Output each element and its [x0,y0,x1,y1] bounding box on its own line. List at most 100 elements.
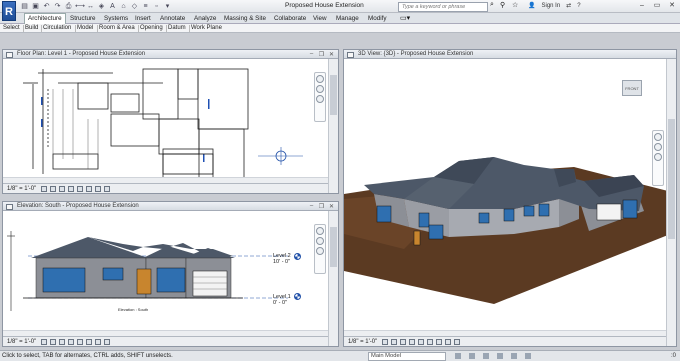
viewcube[interactable]: FRONT [622,80,642,96]
dimension-icon[interactable]: ↔ [86,2,95,11]
view-scale[interactable]: 1/8" = 1'-0" [348,339,377,345]
zoom-icon[interactable] [316,237,324,245]
floor-plan-view[interactable]: Floor Plan: Level 1 - Proposed House Ext… [2,49,339,194]
close-icon[interactable]: ✕ [328,51,335,58]
save-icon[interactable]: ▣ [31,2,40,11]
restore-icon[interactable]: ❐ [318,203,325,210]
undo-icon[interactable]: ↶ [42,2,51,11]
sun-path-icon[interactable] [400,339,406,345]
show-crop-icon[interactable] [86,339,92,345]
switch-windows-icon[interactable]: ▾ [163,2,172,11]
steering-wheel-icon[interactable] [316,227,324,235]
signin-label[interactable]: Sign In [541,3,560,9]
level-1-tag[interactable]: Level 1 0' - 0" [273,294,291,306]
zoom-icon[interactable] [316,85,324,93]
close-hidden-icon[interactable]: ▫ [152,2,161,11]
tab-collaborate[interactable]: Collaborate [271,14,309,23]
panel-work-plane[interactable]: Work Plane [191,25,222,31]
elevation-view[interactable]: Elevation: South - Proposed House Extens… [2,201,339,347]
reveal-hidden-icon[interactable] [104,339,110,345]
level-2-tag[interactable]: Level 2 10' - 0" [273,253,291,265]
view-scale[interactable]: 1/8" = 1'-0" [7,339,36,345]
scroll-thumb[interactable] [330,227,337,267]
temp-hide-icon[interactable] [95,186,101,192]
panel-datum[interactable]: Datum [168,25,186,31]
shadows-icon[interactable] [68,339,74,345]
panel-build[interactable]: Build [25,25,38,31]
close-icon[interactable]: ✕ [328,203,335,210]
select-pinned-icon[interactable] [497,353,503,359]
minimize-icon[interactable]: – [308,51,315,58]
user-icon[interactable]: 👤 [528,2,535,9]
detail-level-icon[interactable] [41,339,47,345]
close-icon[interactable]: ✕ [666,1,678,11]
tab-insert[interactable]: Insert [132,14,154,23]
level-marker-icon[interactable] [294,293,301,300]
filter-count[interactable]: :0 [671,353,676,359]
vertical-scrollbar[interactable] [328,211,338,346]
exchange-icon[interactable]: ⇄ [566,2,571,9]
scroll-thumb[interactable] [330,75,337,115]
print-icon[interactable]: ⎙ [64,2,73,11]
reveal-hidden-icon[interactable] [454,339,460,345]
tab-modify[interactable]: Modify [365,14,390,23]
tab-massing-site[interactable]: Massing & Site [221,14,269,23]
panel-circulation[interactable]: Circulation [43,25,71,31]
zoom-icon[interactable] [654,143,662,151]
view-scale[interactable]: 1/8" = 1'-0" [7,186,36,192]
tab-structure[interactable]: Structure [67,14,99,23]
crop-view-icon[interactable] [418,339,424,345]
tab-annotate[interactable]: Annotate [157,14,188,23]
select-by-face-icon[interactable] [511,353,517,359]
temp-hide-icon[interactable] [445,339,451,345]
vertical-scrollbar[interactable] [328,59,338,193]
measure-icon[interactable]: ⟷ [75,2,85,11]
pan-icon[interactable] [316,247,324,255]
detail-level-icon[interactable] [41,186,47,192]
help-icon[interactable]: ? [577,3,580,9]
restore-icon[interactable]: ❐ [318,51,325,58]
vertical-scrollbar[interactable] [666,59,676,346]
search-input[interactable]: Type a keyword or phrase [398,1,488,12]
lock-view-icon[interactable] [436,339,442,345]
visual-style-icon[interactable] [391,339,397,345]
tab-architecture[interactable]: Architecture [24,13,66,24]
orbit-icon[interactable] [654,153,662,161]
show-crop-icon[interactable] [427,339,433,345]
drag-elements-icon[interactable] [525,353,531,359]
reveal-hidden-icon[interactable] [104,186,110,192]
minimize-icon[interactable]: – [636,1,648,11]
crop-view-icon[interactable] [77,186,83,192]
section-icon[interactable]: ◇ [130,2,139,11]
panel-opening[interactable]: Opening [140,25,163,31]
crop-view-icon[interactable] [77,339,83,345]
minimize-icon[interactable]: – [308,203,315,210]
tab-analyze[interactable]: Analyze [191,14,219,23]
panel-model[interactable]: Model [77,25,93,31]
maximize-icon[interactable]: ▭ [651,1,663,11]
search-icon[interactable]: ⌕ [490,1,494,9]
detail-level-icon[interactable] [382,339,388,345]
tag-icon[interactable]: ◈ [97,2,106,11]
steering-wheel-icon[interactable] [316,75,324,83]
3d-view-icon[interactable]: ⌂ [119,2,128,11]
select-links-icon[interactable] [469,353,475,359]
app-logo[interactable]: R [2,1,16,21]
show-crop-icon[interactable] [86,186,92,192]
shadows-icon[interactable] [68,186,74,192]
text-icon[interactable]: A [108,2,117,11]
workset-select[interactable]: Main Model [368,352,446,361]
3d-view[interactable]: 3D View: {3D} - Proposed House Extension… [343,49,677,347]
tab-systems[interactable]: Systems [101,14,131,23]
shadows-icon[interactable] [409,339,415,345]
visual-style-icon[interactable] [50,186,56,192]
visual-style-icon[interactable] [50,339,56,345]
pan-icon[interactable] [316,95,324,103]
scroll-thumb[interactable] [668,119,675,239]
sun-path-icon[interactable] [59,339,65,345]
tab-view[interactable]: View [310,14,330,23]
level-marker-icon[interactable] [294,253,301,260]
steering-wheel-icon[interactable] [654,133,662,141]
temp-hide-icon[interactable] [95,339,101,345]
panel-room-area[interactable]: Room & Area [99,25,135,31]
